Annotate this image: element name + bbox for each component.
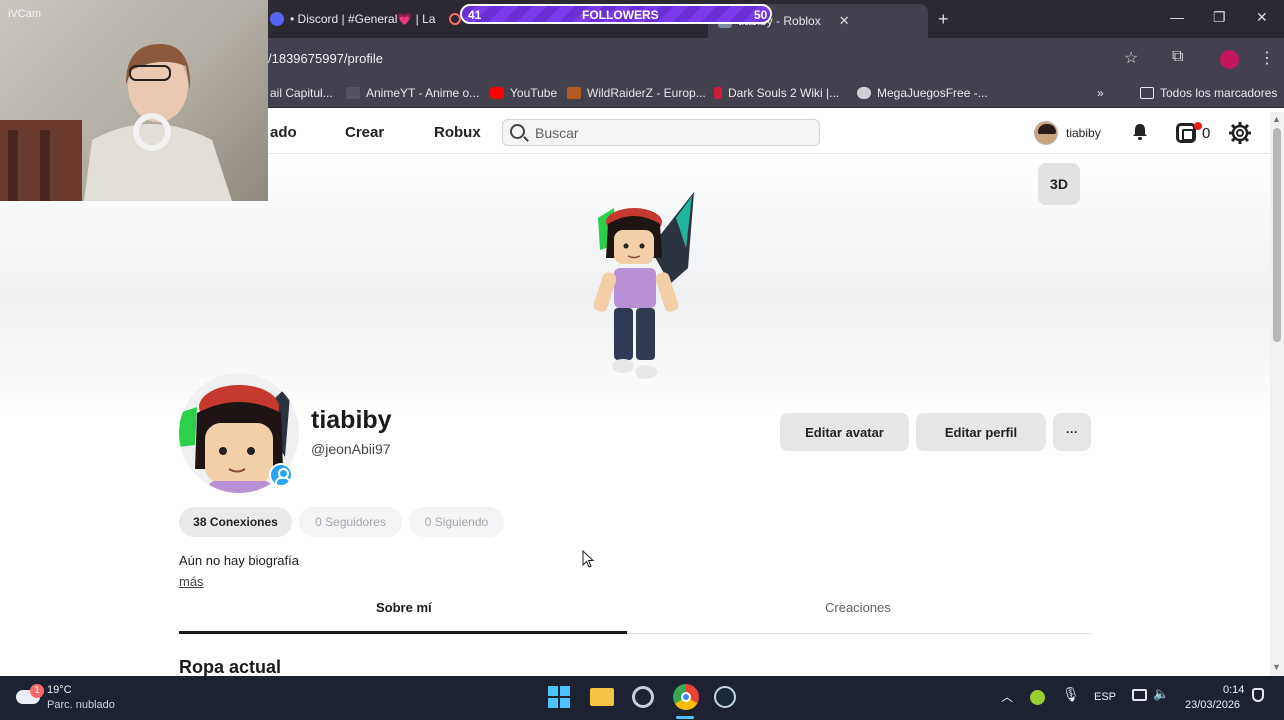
weather-cloud-icon[interactable]: 1 [16, 684, 44, 706]
search-icon [510, 124, 525, 139]
header-username: tiabiby [1066, 126, 1101, 140]
bookmark-label: YouTube [510, 86, 558, 100]
header-avatar [1034, 121, 1058, 145]
followers-current: 41 [468, 8, 482, 22]
tab-creations[interactable]: Creaciones [825, 600, 891, 615]
scroll-up-arrow[interactable]: ▲ [1272, 114, 1281, 124]
clock-time[interactable]: 0:14 [1223, 684, 1244, 696]
fandom-icon [714, 87, 722, 99]
bookmark-item[interactable]: ail Capitul... [270, 86, 333, 100]
more-bookmarks-icon[interactable]: » [1097, 86, 1104, 100]
bookmark-item[interactable]: Dark Souls 2 Wiki |... [714, 86, 839, 100]
robux-balance[interactable]: 0 [1176, 122, 1211, 143]
steam-icon[interactable] [714, 686, 736, 708]
extensions-icon[interactable]: ⧉ [1172, 48, 1183, 66]
mouse-cursor-icon [582, 550, 594, 568]
weather-description[interactable]: Parc. nublado [47, 699, 115, 711]
url-text[interactable]: /1839675997/profile [268, 51, 383, 66]
all-bookmarks-folder[interactable]: Todos los marcadores [1140, 86, 1277, 100]
new-tab-button[interactable]: + [938, 9, 949, 30]
volume-icon[interactable]: 🔈 [1153, 686, 1169, 702]
more-options-button[interactable]: ··· [1053, 413, 1091, 451]
minimize-button[interactable]: — [1170, 9, 1184, 25]
folder-icon [1140, 87, 1154, 99]
windows-taskbar: 1 19°C Parc. nublado ︿ 🎙 ESP 🔈 0:14 23/0… [0, 676, 1284, 720]
following-count-button[interactable]: 0 Siguiendo [409, 507, 504, 537]
followers-goal: 50 [754, 8, 768, 22]
bookmark-label: AnimeYT - Anime o... [366, 86, 480, 100]
file-explorer-icon[interactable] [590, 688, 614, 706]
profile-bio: Aún no hay biografía [179, 553, 299, 568]
notification-center-icon[interactable] [1252, 688, 1264, 702]
bookmark-star-icon[interactable]: ☆ [1124, 48, 1138, 68]
bookmark-item[interactable]: YouTube [490, 86, 557, 100]
obs-icon[interactable] [632, 686, 654, 708]
bio-more-link[interactable]: más [179, 574, 204, 589]
gamepad-icon [857, 87, 871, 99]
edit-avatar-button[interactable]: Editar avatar [780, 413, 909, 451]
followers-goal-overlay: 41 FOLLOWERS 50 [460, 4, 772, 24]
search-input[interactable] [535, 124, 805, 142]
tab-about[interactable]: Sobre mí [376, 600, 432, 615]
bookmark-item[interactable]: MegaJuegosFree -... [857, 86, 988, 100]
discord-favicon-icon [270, 12, 284, 26]
bookmark-label: MegaJuegosFree -... [877, 86, 988, 100]
active-app-indicator [676, 716, 694, 719]
bookmark-label: WildRaiderZ - Europ... [587, 86, 706, 100]
bookmark-label: Dark Souls 2 Wiki |... [728, 86, 840, 100]
notifications-bell-icon[interactable] [1131, 123, 1149, 141]
nav-item-robux[interactable]: Robux [434, 124, 481, 141]
language-indicator[interactable]: ESP [1094, 691, 1116, 703]
close-window-button[interactable]: ✕ [1256, 9, 1268, 26]
webcam-overlay: iVCam [0, 0, 268, 201]
search-box [502, 119, 820, 146]
edit-profile-button[interactable]: Editar perfil [916, 413, 1046, 451]
microphone-icon[interactable]: 🎙 [1062, 686, 1080, 703]
profile-avatar-icon[interactable] [1220, 50, 1239, 69]
tray-app-icon[interactable] [1030, 690, 1045, 705]
scrollbar-thumb[interactable] [1273, 128, 1281, 342]
windows-start-icon[interactable] [548, 686, 570, 708]
clock-date[interactable]: 23/03/2026 [1185, 699, 1240, 711]
tab-discord-label: • Discord | #General💗 | La [290, 12, 436, 26]
verified-user-badge-icon [269, 463, 293, 487]
network-icon[interactable] [1132, 689, 1147, 701]
nav-item-create[interactable]: Crear [345, 124, 384, 141]
webcam-label: iVCam [8, 8, 42, 20]
youtube-icon [490, 87, 504, 99]
followers-label: FOLLOWERS [582, 8, 659, 22]
restore-button[interactable]: ❐ [1213, 9, 1226, 26]
bookmark-item[interactable]: WildRaiderZ - Europ... [567, 86, 706, 100]
chrome-icon[interactable] [673, 684, 699, 710]
settings-gear-icon[interactable] [1228, 121, 1252, 145]
show-hidden-icons-icon[interactable]: ︿ [1001, 688, 1013, 705]
weather-alert-badge: 1 [30, 684, 44, 698]
robux-count: 0 [1202, 124, 1211, 142]
weather-temperature[interactable]: 19°C [47, 684, 72, 696]
tab-discord[interactable]: • Discord | #General💗 | La [270, 6, 462, 32]
connections-count-button[interactable]: 38 Conexiones [179, 507, 292, 537]
bookmark-label: Todos los marcadores [1160, 86, 1278, 100]
followers-count-button[interactable]: 0 Seguidores [299, 507, 402, 537]
wildraiderz-icon [567, 87, 581, 99]
webcam-feed-image [0, 44, 232, 201]
animeyt-icon [346, 87, 360, 99]
active-tab-indicator [179, 631, 627, 634]
current-outfit-heading: Ropa actual [179, 657, 282, 677]
avatar-3d-figure [593, 192, 694, 379]
toggle-3d-button[interactable]: 3D [1038, 163, 1080, 205]
profile-display-name: tiabiby [311, 406, 392, 434]
bookmark-item[interactable]: AnimeYT - Anime o... [346, 86, 479, 100]
menu-kebab-icon[interactable]: ⋮ [1259, 48, 1275, 68]
nav-item-marketplace[interactable]: ado [270, 124, 297, 141]
bookmark-label: ail Capitul... [270, 86, 333, 100]
robux-icon [1176, 122, 1202, 143]
robux-alert-dot [1194, 122, 1202, 130]
close-tab-icon[interactable]: ✕ [839, 13, 850, 29]
profile-username-handle: @jeonAbii97 [311, 441, 391, 457]
scroll-down-arrow[interactable]: ▼ [1272, 662, 1281, 672]
header-user[interactable]: tiabiby [1034, 121, 1101, 145]
